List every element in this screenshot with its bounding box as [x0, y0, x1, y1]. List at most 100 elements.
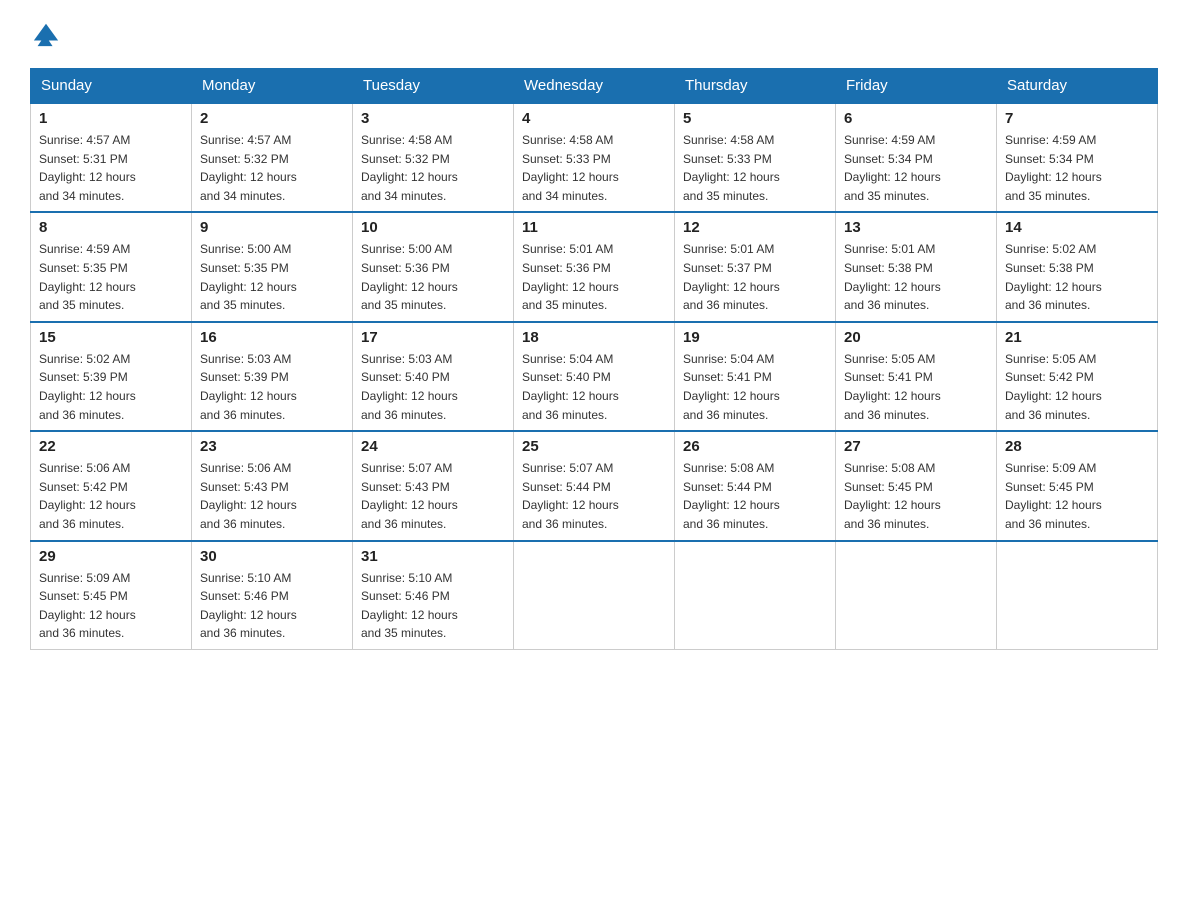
day-info: Sunrise: 5:00 AMSunset: 5:36 PMDaylight:… — [361, 240, 505, 314]
day-info: Sunrise: 4:59 AMSunset: 5:34 PMDaylight:… — [1005, 131, 1149, 205]
day-info: Sunrise: 5:09 AMSunset: 5:45 PMDaylight:… — [39, 569, 183, 643]
calendar-cell: 25 Sunrise: 5:07 AMSunset: 5:44 PMDayligh… — [514, 431, 675, 540]
day-number: 2 — [200, 110, 344, 127]
calendar-cell: 2 Sunrise: 4:57 AMSunset: 5:32 PMDaylight… — [192, 103, 353, 212]
calendar-week-row: 15Sunrise: 5:02 AMSunset: 5:39 PMDayligh… — [31, 322, 1158, 431]
day-number: 14 — [1005, 219, 1149, 236]
calendar-cell: 30 Sunrise: 5:10 AMSunset: 5:46 PMDayligh… — [192, 541, 353, 650]
header-wednesday: Wednesday — [514, 69, 675, 104]
calendar-cell: 23 Sunrise: 5:06 AMSunset: 5:43 PMDayligh… — [192, 431, 353, 540]
calendar-week-row: 1 Sunrise: 4:57 AMSunset: 5:31 PMDaylight… — [31, 103, 1158, 212]
day-number: 6 — [844, 110, 988, 127]
calendar-week-row: 8 Sunrise: 4:59 AMSunset: 5:35 PMDaylight… — [31, 212, 1158, 321]
day-number: 27 — [844, 438, 988, 455]
day-number: 12 — [683, 219, 827, 236]
day-number: 25 — [522, 438, 666, 455]
day-number: 21 — [1005, 329, 1149, 346]
header-thursday: Thursday — [675, 69, 836, 104]
calendar-cell: 3 Sunrise: 4:58 AMSunset: 5:32 PMDaylight… — [353, 103, 514, 212]
day-info: Sunrise: 4:57 AMSunset: 5:32 PMDaylight:… — [200, 131, 344, 205]
day-number: 5 — [683, 110, 827, 127]
logo-icon — [32, 20, 60, 48]
day-number: 24 — [361, 438, 505, 455]
day-number: 28 — [1005, 438, 1149, 455]
calendar-cell: 28 Sunrise: 5:09 AMSunset: 5:45 PMDayligh… — [997, 431, 1158, 540]
day-info: Sunrise: 5:07 AMSunset: 5:44 PMDaylight:… — [522, 459, 666, 533]
calendar-cell: 22 Sunrise: 5:06 AMSunset: 5:42 PMDayligh… — [31, 431, 192, 540]
day-info: Sunrise: 5:04 AMSunset: 5:41 PMDaylight:… — [683, 350, 827, 424]
day-number: 17 — [361, 329, 505, 346]
calendar-cell: 26 Sunrise: 5:08 AMSunset: 5:44 PMDayligh… — [675, 431, 836, 540]
day-info: Sunrise: 5:06 AMSunset: 5:43 PMDaylight:… — [200, 459, 344, 533]
calendar-cell: 21 Sunrise: 5:05 AMSunset: 5:42 PMDayligh… — [997, 322, 1158, 431]
header-friday: Friday — [836, 69, 997, 104]
calendar-cell: 27 Sunrise: 5:08 AMSunset: 5:45 PMDayligh… — [836, 431, 997, 540]
day-number: 29 — [39, 548, 183, 565]
calendar-cell: 18 Sunrise: 5:04 AMSunset: 5:40 PMDayligh… — [514, 322, 675, 431]
day-number: 11 — [522, 219, 666, 236]
day-info: Sunrise: 5:05 AMSunset: 5:41 PMDaylight:… — [844, 350, 988, 424]
calendar-cell: 19 Sunrise: 5:04 AMSunset: 5:41 PMDayligh… — [675, 322, 836, 431]
day-info: Sunrise: 5:02 AMSunset: 5:38 PMDaylight:… — [1005, 240, 1149, 314]
header-tuesday: Tuesday — [353, 69, 514, 104]
day-info: Sunrise: 4:59 AMSunset: 5:34 PMDaylight:… — [844, 131, 988, 205]
day-info: Sunrise: 5:06 AMSunset: 5:42 PMDaylight:… — [39, 459, 183, 533]
day-number: 26 — [683, 438, 827, 455]
page-header — [30, 20, 1158, 48]
day-number: 20 — [844, 329, 988, 346]
calendar-cell: 20 Sunrise: 5:05 AMSunset: 5:41 PMDayligh… — [836, 322, 997, 431]
day-number: 31 — [361, 548, 505, 565]
calendar-cell: 14 Sunrise: 5:02 AMSunset: 5:38 PMDayligh… — [997, 212, 1158, 321]
calendar-cell: 11 Sunrise: 5:01 AMSunset: 5:36 PMDayligh… — [514, 212, 675, 321]
day-info: Sunrise: 5:04 AMSunset: 5:40 PMDaylight:… — [522, 350, 666, 424]
day-number: 16 — [200, 329, 344, 346]
day-number: 22 — [39, 438, 183, 455]
day-number: 3 — [361, 110, 505, 127]
day-number: 13 — [844, 219, 988, 236]
day-info: Sunrise: 5:08 AMSunset: 5:44 PMDaylight:… — [683, 459, 827, 533]
calendar-cell: 8 Sunrise: 4:59 AMSunset: 5:35 PMDaylight… — [31, 212, 192, 321]
day-info: Sunrise: 4:58 AMSunset: 5:33 PMDaylight:… — [522, 131, 666, 205]
day-number: 30 — [200, 548, 344, 565]
day-info: Sunrise: 5:03 AMSunset: 5:40 PMDaylight:… — [361, 350, 505, 424]
day-info: Sunrise: 5:09 AMSunset: 5:45 PMDaylight:… — [1005, 459, 1149, 533]
day-info: Sunrise: 4:58 AMSunset: 5:33 PMDaylight:… — [683, 131, 827, 205]
calendar-cell: 10Sunrise: 5:00 AMSunset: 5:36 PMDayligh… — [353, 212, 514, 321]
calendar-cell: 9Sunrise: 5:00 AMSunset: 5:35 PMDaylight… — [192, 212, 353, 321]
header-sunday: Sunday — [31, 69, 192, 104]
day-info: Sunrise: 5:05 AMSunset: 5:42 PMDaylight:… — [1005, 350, 1149, 424]
day-info: Sunrise: 5:03 AMSunset: 5:39 PMDaylight:… — [200, 350, 344, 424]
logo — [30, 20, 64, 48]
day-number: 19 — [683, 329, 827, 346]
day-number: 15 — [39, 329, 183, 346]
day-info: Sunrise: 5:10 AMSunset: 5:46 PMDaylight:… — [200, 569, 344, 643]
day-info: Sunrise: 5:07 AMSunset: 5:43 PMDaylight:… — [361, 459, 505, 533]
day-info: Sunrise: 4:58 AMSunset: 5:32 PMDaylight:… — [361, 131, 505, 205]
day-number: 1 — [39, 110, 183, 127]
day-info: Sunrise: 4:57 AMSunset: 5:31 PMDaylight:… — [39, 131, 183, 205]
calendar-cell: 16 Sunrise: 5:03 AMSunset: 5:39 PMDayligh… — [192, 322, 353, 431]
day-number: 8 — [39, 219, 183, 236]
calendar-week-row: 29 Sunrise: 5:09 AMSunset: 5:45 PMDayligh… — [31, 541, 1158, 650]
header-saturday: Saturday — [997, 69, 1158, 104]
calendar-header-row: SundayMondayTuesdayWednesdayThursdayFrid… — [31, 69, 1158, 104]
day-number: 18 — [522, 329, 666, 346]
calendar-cell: 17 Sunrise: 5:03 AMSunset: 5:40 PMDayligh… — [353, 322, 514, 431]
calendar-cell — [836, 541, 997, 650]
calendar-cell — [997, 541, 1158, 650]
calendar-cell: 13 Sunrise: 5:01 AMSunset: 5:38 PMDayligh… — [836, 212, 997, 321]
calendar-cell — [514, 541, 675, 650]
calendar-cell — [675, 541, 836, 650]
calendar-table: SundayMondayTuesdayWednesdayThursdayFrid… — [30, 68, 1158, 650]
day-number: 23 — [200, 438, 344, 455]
day-info: Sunrise: 5:00 AMSunset: 5:35 PMDaylight:… — [200, 240, 344, 314]
day-info: Sunrise: 5:01 AMSunset: 5:38 PMDaylight:… — [844, 240, 988, 314]
day-info: Sunrise: 4:59 AMSunset: 5:35 PMDaylight:… — [39, 240, 183, 314]
day-info: Sunrise: 5:01 AMSunset: 5:36 PMDaylight:… — [522, 240, 666, 314]
calendar-cell: 6 Sunrise: 4:59 AMSunset: 5:34 PMDaylight… — [836, 103, 997, 212]
calendar-cell: 24 Sunrise: 5:07 AMSunset: 5:43 PMDayligh… — [353, 431, 514, 540]
calendar-cell: 5 Sunrise: 4:58 AMSunset: 5:33 PMDaylight… — [675, 103, 836, 212]
calendar-cell: 29 Sunrise: 5:09 AMSunset: 5:45 PMDayligh… — [31, 541, 192, 650]
calendar-cell: 12Sunrise: 5:01 AMSunset: 5:37 PMDayligh… — [675, 212, 836, 321]
day-info: Sunrise: 5:08 AMSunset: 5:45 PMDaylight:… — [844, 459, 988, 533]
